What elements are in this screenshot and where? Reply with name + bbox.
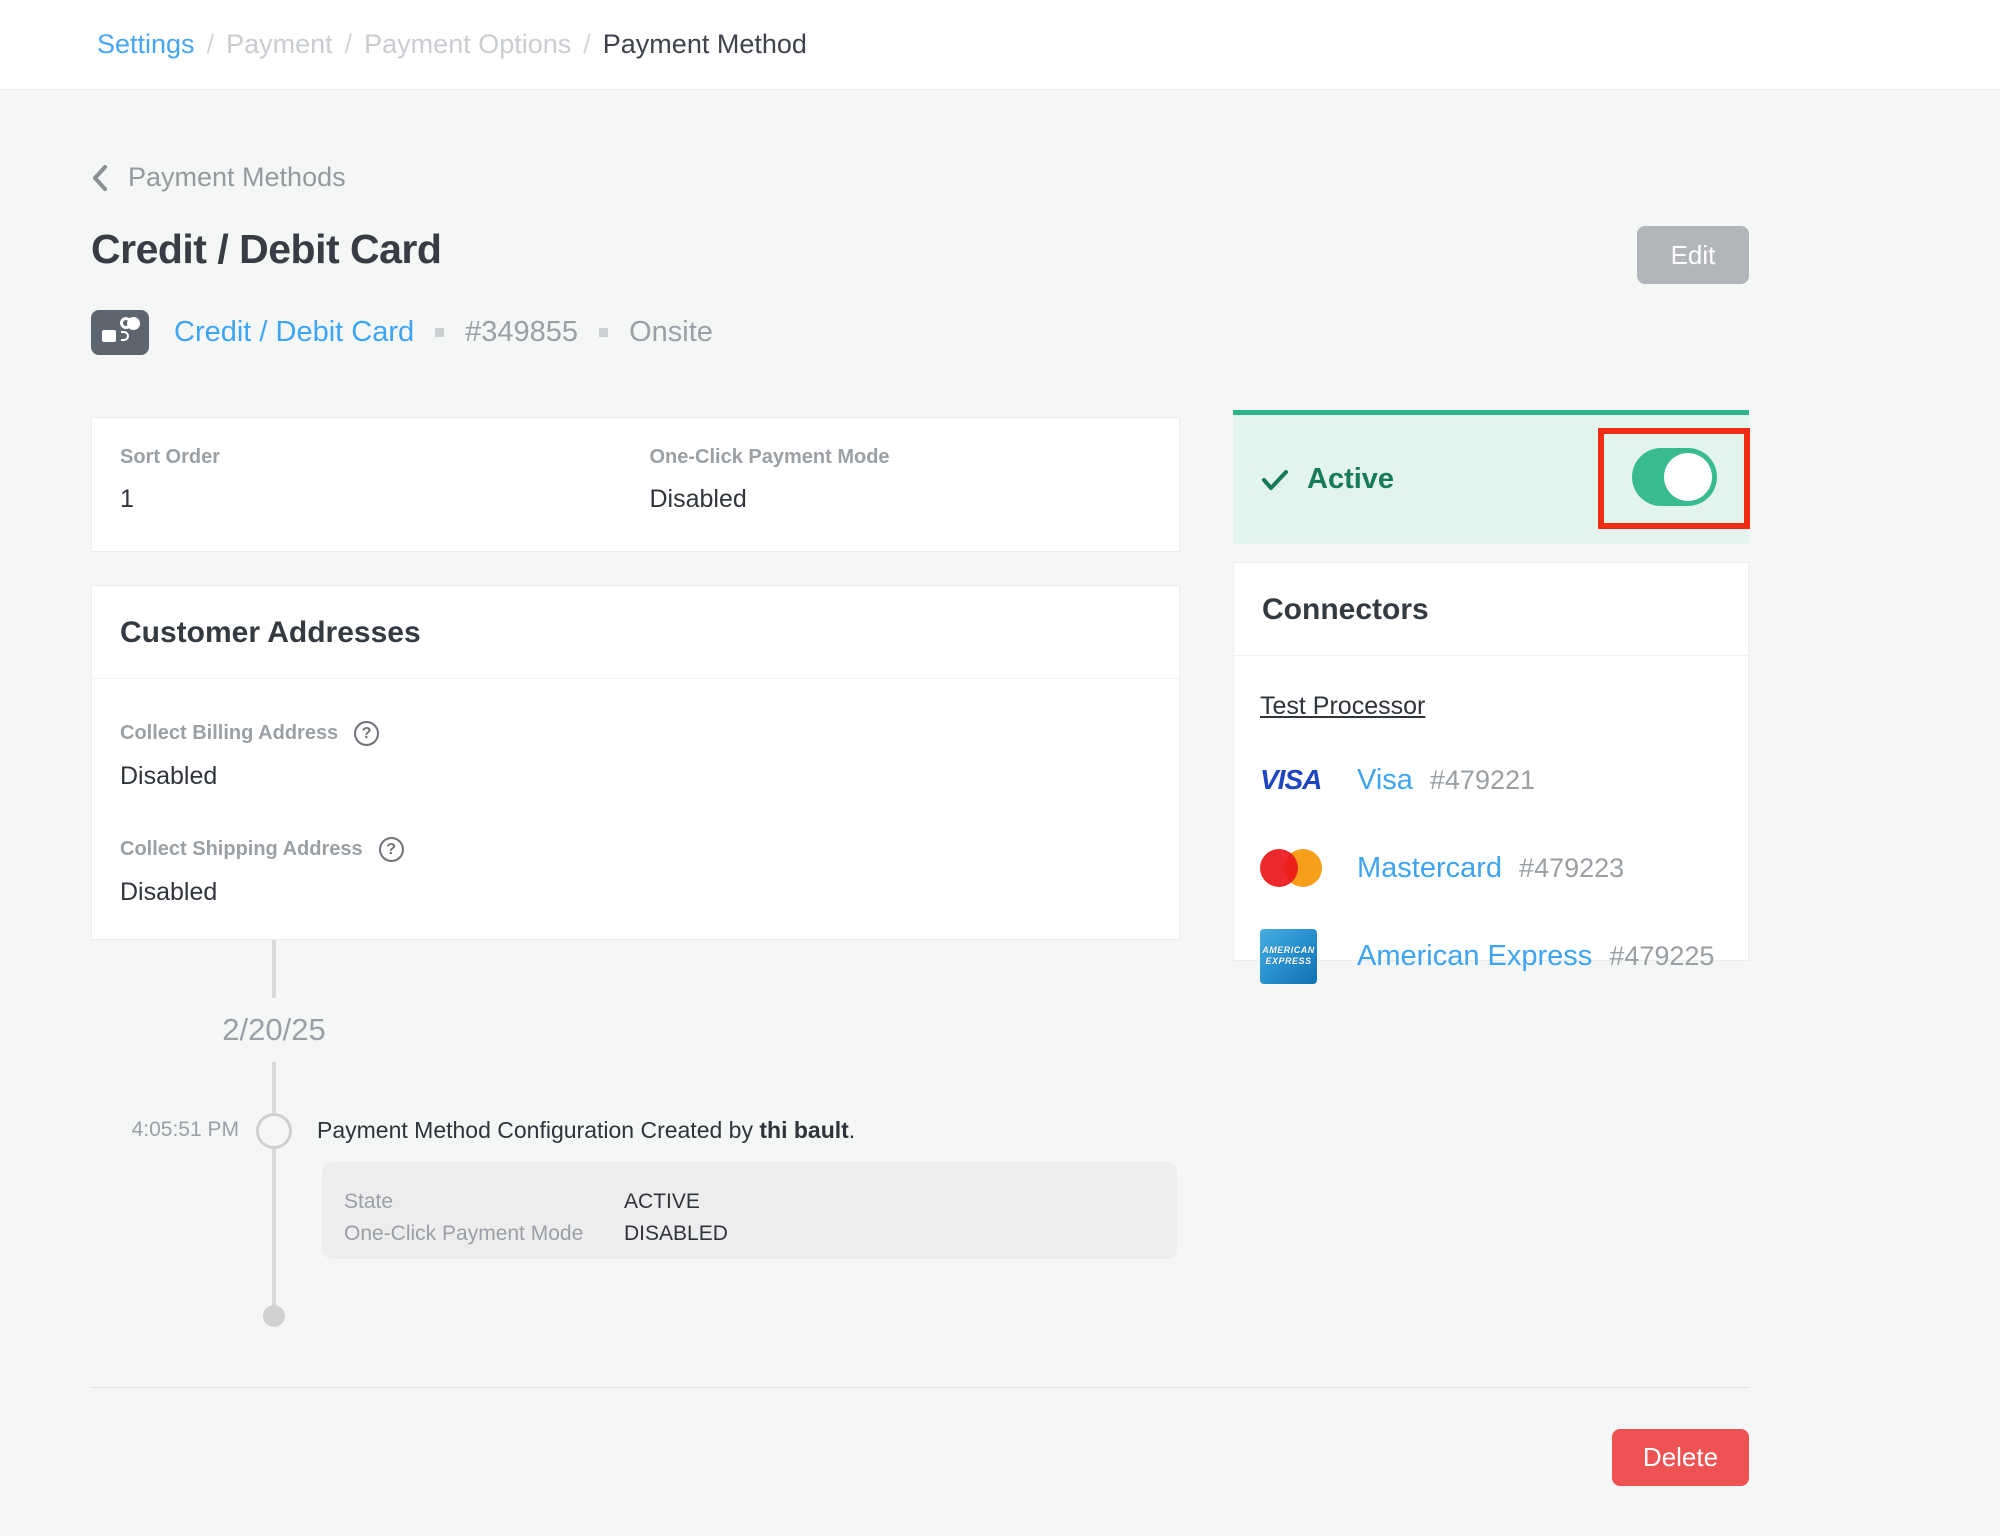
- check-icon: [1262, 469, 1288, 491]
- payment-method-reference: #349855: [465, 316, 578, 349]
- breadcrumb-separator: /: [345, 29, 353, 60]
- breadcrumb-separator: /: [583, 29, 591, 60]
- main-content: Payment Methods Credit / Debit Card Edit…: [0, 162, 1749, 1486]
- timeline-event-text: Payment Method Configuration Created by …: [317, 1117, 855, 1144]
- square-separator: [599, 328, 608, 337]
- amex-logo-box: AMERICAN EXPRESS: [1260, 929, 1357, 984]
- visa-reference: #479221: [1430, 765, 1535, 796]
- back-link[interactable]: Payment Methods: [91, 162, 1749, 193]
- active-status-panel: Active: [1233, 410, 1749, 544]
- timeline-date: 2/20/25: [218, 998, 329, 1062]
- footer-divider: [91, 1387, 1749, 1388]
- mastercard-reference: #479223: [1519, 853, 1624, 884]
- card-divider: [1234, 655, 1748, 656]
- breadcrumb-payment-method: Payment Method: [603, 29, 807, 60]
- timeline-event-time: 4:05:51 PM: [91, 1118, 239, 1142]
- shipping-address-field: Collect Shipping Address ? Disabled: [92, 837, 1179, 907]
- shipping-address-value: Disabled: [120, 878, 1179, 907]
- detail-one-click-label: One-Click Payment Mode: [344, 1218, 624, 1250]
- visa-logo-icon: VISA: [1260, 764, 1321, 796]
- connector-row-mastercard: Mastercard #479223: [1260, 839, 1748, 897]
- delete-button[interactable]: Delete: [1612, 1429, 1749, 1486]
- detail-one-click-value: DISABLED: [624, 1218, 728, 1250]
- detail-row-state: State ACTIVE: [344, 1186, 1177, 1218]
- card-circle-shape: [127, 317, 140, 330]
- status-badge: Active: [1307, 463, 1394, 496]
- card-divider: [92, 678, 1179, 679]
- amex-logo-line1: AMERICAN: [1262, 945, 1315, 956]
- credit-card-icon: [91, 310, 149, 355]
- mastercard-logo-icon: [1260, 849, 1322, 887]
- one-click-mode-value: Disabled: [650, 485, 1180, 514]
- connectors-card: Connectors Test Processor VISA Visa #479…: [1233, 562, 1749, 961]
- footer-row: Delete: [91, 1429, 1749, 1486]
- timeline-node-icon: [256, 1113, 292, 1149]
- left-column: Sort Order 1 One-Click Payment Mode Disa…: [91, 417, 1180, 1330]
- breadcrumb-payment[interactable]: Payment: [226, 29, 333, 60]
- connectors-title: Connectors: [1234, 563, 1748, 627]
- test-processor-link[interactable]: Test Processor: [1260, 692, 1425, 721]
- customer-addresses-card: Customer Addresses Collect Billing Addre…: [91, 585, 1180, 940]
- toggle-knob: [1664, 453, 1712, 501]
- timeline-end-dot: [263, 1305, 285, 1327]
- timeline-event-details: State ACTIVE One-Click Payment Mode DISA…: [322, 1162, 1177, 1259]
- page-title: Credit / Debit Card: [91, 226, 441, 273]
- visa-link[interactable]: Visa: [1357, 764, 1413, 797]
- payment-method-summary-row: Credit / Debit Card #349855 Onsite: [91, 310, 1749, 355]
- help-icon[interactable]: ?: [379, 837, 404, 862]
- content-columns: Sort Order 1 One-Click Payment Mode Disa…: [91, 417, 1749, 1330]
- billing-address-label: Collect Billing Address: [120, 722, 338, 745]
- sort-order-field: Sort Order 1: [120, 446, 650, 551]
- billing-address-value: Disabled: [120, 762, 1179, 791]
- mastercard-red-circle: [1260, 849, 1298, 887]
- timeline-event-actor: thi bault: [759, 1117, 848, 1143]
- breadcrumb-payment-options[interactable]: Payment Options: [364, 29, 571, 60]
- active-toggle[interactable]: [1632, 448, 1717, 506]
- one-click-mode-field: One-Click Payment Mode Disabled: [650, 446, 1180, 551]
- edit-button[interactable]: Edit: [1637, 226, 1749, 284]
- one-click-mode-label: One-Click Payment Mode: [650, 446, 1180, 469]
- square-separator: [435, 328, 444, 337]
- amex-logo-line2: EXPRESS: [1265, 956, 1311, 967]
- connector-row-visa: VISA Visa #479221: [1260, 751, 1748, 809]
- shipping-address-label: Collect Shipping Address: [120, 838, 363, 861]
- breadcrumb-settings[interactable]: Settings: [97, 29, 195, 60]
- detail-state-value: ACTIVE: [624, 1186, 700, 1218]
- chevron-left-icon: [91, 164, 108, 192]
- amex-logo-icon: AMERICAN EXPRESS: [1260, 929, 1317, 984]
- connector-row-amex: AMERICAN EXPRESS American Express #47922…: [1260, 927, 1748, 985]
- activity-timeline: 2/20/25 4:05:51 PM Payment Method Config…: [91, 940, 1180, 1330]
- detail-row-one-click: One-Click Payment Mode DISABLED: [344, 1218, 1177, 1250]
- summary-card: Sort Order 1 One-Click Payment Mode Disa…: [91, 417, 1180, 552]
- amex-link[interactable]: American Express: [1357, 940, 1592, 973]
- customer-addresses-title: Customer Addresses: [92, 586, 1179, 650]
- top-bar: Settings / Payment / Payment Options / P…: [0, 0, 2000, 90]
- help-icon[interactable]: ?: [354, 721, 379, 746]
- billing-address-field: Collect Billing Address ? Disabled: [92, 721, 1179, 791]
- card-chip-shape: [102, 330, 116, 342]
- timeline-event-suffix: .: [849, 1117, 855, 1143]
- amex-reference: #479225: [1609, 941, 1714, 972]
- breadcrumb: Settings / Payment / Payment Options / P…: [97, 29, 807, 60]
- mastercard-logo-box: [1260, 849, 1357, 887]
- detail-state-label: State: [344, 1186, 624, 1218]
- visa-logo-box: VISA: [1260, 764, 1357, 796]
- sort-order-value: 1: [120, 485, 650, 514]
- mastercard-link[interactable]: Mastercard: [1357, 852, 1502, 885]
- right-column: Active Connectors Test Processor VISA Vi…: [1233, 410, 1749, 961]
- payment-method-link[interactable]: Credit / Debit Card: [174, 316, 414, 349]
- timeline-event-prefix: Payment Method Configuration Created by: [317, 1117, 759, 1143]
- payment-method-channel: Onsite: [629, 316, 713, 349]
- sort-order-label: Sort Order: [120, 446, 650, 469]
- contactless-shape: [121, 331, 129, 341]
- breadcrumb-separator: /: [207, 29, 215, 60]
- title-row: Credit / Debit Card Edit: [91, 226, 1749, 284]
- back-link-label: Payment Methods: [128, 162, 346, 193]
